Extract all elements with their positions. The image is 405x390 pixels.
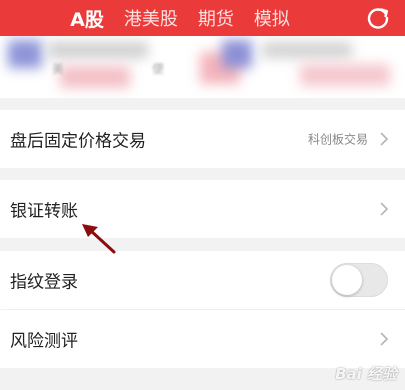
row-label: 银证转账 <box>10 201 78 222</box>
tab-simulation[interactable]: 模拟 <box>254 5 290 31</box>
blurred-icon-left <box>8 40 42 68</box>
top-tab-bar: A股 港美股 期货 模拟 <box>0 0 405 36</box>
tab-a-shares[interactable]: A股 <box>70 5 104 32</box>
tab-hk-us-stocks[interactable]: 港美股 <box>124 5 178 31</box>
promo-caption-left: 美 <box>52 62 65 76</box>
menu-row-risk-assessment[interactable]: 风险测评 <box>0 310 405 368</box>
blurred-icon-right <box>222 40 252 68</box>
chevron-right-icon <box>380 332 388 346</box>
tab-futures[interactable]: 期货 <box>198 5 234 31</box>
row-label: 风险测评 <box>10 331 78 352</box>
blurred-promo-banner[interactable]: 美 便 <box>0 36 405 98</box>
row-label: 盘后固定价格交易 <box>10 131 146 152</box>
blurred-shape-right <box>300 64 390 86</box>
blurred-title-left <box>48 42 148 58</box>
fingerprint-login-toggle[interactable] <box>330 263 388 297</box>
market-tabs: A股 港美股 期货 模拟 <box>0 0 360 36</box>
toggle-knob <box>332 265 362 295</box>
blurred-title-right <box>262 42 352 58</box>
menu-row-after-hours-fixed-price-trading[interactable]: 盘后固定价格交易 科创板交易 <box>0 110 405 168</box>
refresh-icon[interactable] <box>365 5 391 31</box>
chevron-right-icon <box>380 202 388 216</box>
watermark-text: Bai 经验 <box>335 365 397 383</box>
baidu-jingyan-watermark: Bai 经验 <box>335 363 397 384</box>
menu-row-fingerprint-login: 指纹登录 <box>0 251 405 309</box>
row-sublabel: 科创板交易 <box>307 132 368 147</box>
chevron-right-icon <box>380 132 388 146</box>
promo-caption-right: 便 <box>152 62 165 76</box>
blurred-shape-left <box>60 66 130 88</box>
row-label: 指纹登录 <box>10 272 78 293</box>
menu-row-bank-securities-transfer[interactable]: 银证转账 <box>0 180 405 238</box>
